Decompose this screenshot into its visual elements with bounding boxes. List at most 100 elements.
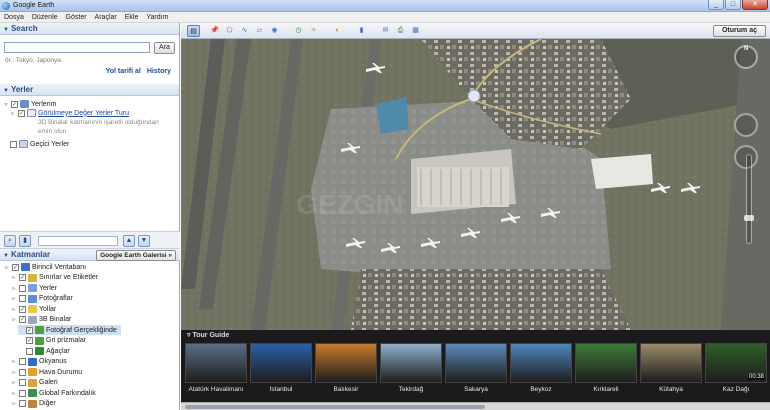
compass-icon[interactable]: N <box>734 45 758 69</box>
checkbox[interactable] <box>19 400 26 407</box>
ruler-icon[interactable]: ▮ <box>355 25 368 37</box>
horizontal-scrollbar[interactable] <box>185 405 485 409</box>
layer-item[interactable]: ▹ ✓ Sınırlar ve Etiketler <box>11 273 98 283</box>
layer-item[interactable]: ✓ Gri prizmalar <box>18 336 86 346</box>
minimize-button[interactable]: _ <box>708 0 724 10</box>
checkbox[interactable]: ✓ <box>19 305 26 313</box>
checkbox[interactable] <box>19 358 26 365</box>
tour-thumbnail[interactable]: Beykoz <box>510 343 572 398</box>
tour-icon[interactable]: ◉ <box>268 25 281 37</box>
move-up-icon[interactable]: ▲ <box>123 235 135 247</box>
tour-thumbnail[interactable]: İstanbul <box>250 343 312 398</box>
layer-item[interactable]: Ağaçlar <box>18 346 70 356</box>
layer-item[interactable]: ▹ Global Farkındalık <box>11 388 96 398</box>
tour-guide-header[interactable]: ▿ Tour Guide <box>181 330 770 341</box>
signin-button[interactable]: Oturum aç <box>712 25 766 37</box>
checkbox[interactable] <box>19 389 26 397</box>
checkbox[interactable]: ✓ <box>19 274 26 281</box>
path-icon[interactable]: ∿ <box>238 25 251 37</box>
tour-thumbnail[interactable]: Tekirdağ <box>380 343 442 398</box>
expand-icon[interactable]: ▹ <box>10 110 16 117</box>
sidebar-icon[interactable]: ▤ <box>187 25 200 37</box>
tour-thumbnail[interactable]: Balıkesir <box>315 343 377 398</box>
placemark-icon[interactable]: 📌 <box>208 25 221 37</box>
historical-imagery-icon[interactable]: ◷ <box>292 25 305 37</box>
menu-file[interactable]: Dosya <box>4 12 24 22</box>
expand-icon[interactable]: ▹ <box>11 369 17 376</box>
places-item-temporary[interactable]: Geçici Yerler <box>10 139 69 149</box>
layer-item[interactable]: ▹ Yerler <box>11 283 57 293</box>
search-panel-header[interactable]: ▼ Search <box>0 23 179 35</box>
expand-icon[interactable]: ▹ <box>11 316 17 323</box>
expand-icon[interactable]: ▹ <box>11 379 17 386</box>
layer-item[interactable]: ✓ Fotoğraf Gerçekliğinde <box>18 325 121 335</box>
checkbox[interactable] <box>19 379 26 386</box>
map-view[interactable]: GEZGIN N <box>181 39 770 330</box>
places-item-label[interactable]: Görülmeye Değer Yerler Turu <box>38 110 129 117</box>
history-link[interactable]: History <box>147 68 171 75</box>
menu-tools[interactable]: Araçlar <box>95 12 117 22</box>
checkbox[interactable] <box>26 347 33 355</box>
look-joystick-icon[interactable] <box>734 113 758 137</box>
layer-icon <box>28 399 37 408</box>
search-input[interactable] <box>4 42 150 53</box>
planets-icon[interactable]: ◐ <box>331 25 344 37</box>
checkbox[interactable] <box>19 368 26 376</box>
menu-help[interactable]: Yardım <box>146 12 168 22</box>
search-places-icon[interactable]: ⌕ <box>4 235 16 247</box>
earth-gallery-button[interactable]: Google Earth Galerisi » <box>96 250 176 261</box>
polygon-icon[interactable]: ⬠ <box>223 25 236 37</box>
layer-item[interactable]: ▹ ✓ Birincil Veritabanı <box>4 262 86 272</box>
layer-item[interactable]: ▹ ✓ Yollar <box>11 304 56 314</box>
satellite-imagery: GEZGIN <box>181 39 770 330</box>
overlay-icon[interactable]: ▱ <box>253 25 266 37</box>
checkbox[interactable] <box>10 140 17 148</box>
expand-icon[interactable]: ▹ <box>11 285 17 292</box>
checkbox[interactable]: ✓ <box>26 326 33 334</box>
maximize-button[interactable]: □ <box>725 0 741 10</box>
expand-icon[interactable]: ▹ <box>11 295 17 302</box>
close-button[interactable]: ✕ <box>742 0 768 10</box>
zoom-slider-thumb[interactable] <box>744 215 754 221</box>
zoom-slider[interactable] <box>744 154 754 244</box>
tour-thumbnail[interactable]: Kaz Dağı 00:38 <box>705 343 767 398</box>
layer-item[interactable]: ▹ Okyanus <box>11 357 67 367</box>
expand-icon[interactable]: ▹ <box>11 358 17 365</box>
places-filter-input[interactable] <box>38 236 118 246</box>
checkbox[interactable] <box>19 284 26 292</box>
expand-icon[interactable]: ▹ <box>11 390 17 397</box>
places-panel-header[interactable]: ▼ Yerler <box>0 84 179 96</box>
menu-add[interactable]: Ekle <box>125 12 139 22</box>
checkbox[interactable]: ✓ <box>12 263 19 271</box>
checkbox[interactable]: ✓ <box>19 316 26 323</box>
expand-icon[interactable]: ▹ <box>11 400 17 407</box>
tour-thumbnail[interactable]: Atatürk Havalimanı <box>185 343 247 398</box>
layer-item[interactable]: ▹ ✓ 3B Binalar <box>11 315 71 325</box>
view-in-maps-icon[interactable]: ▦ <box>409 25 422 37</box>
checkbox[interactable]: ✓ <box>18 109 25 117</box>
move-down-icon[interactable]: ▼ <box>138 235 150 247</box>
expand-icon[interactable]: ▹ <box>4 264 10 271</box>
main-toolbar: ▤ 📌 ⬠ ∿ ▱ ◉ ◷ ☀ ◐ ▮ ✉ ⎙ ▦ Oturum aç <box>181 23 770 39</box>
layer-item[interactable]: ▹ Hava Durumu <box>11 367 82 377</box>
checkbox[interactable]: ✓ <box>11 100 18 108</box>
directions-link[interactable]: Yol tarifi al <box>106 68 141 75</box>
email-icon[interactable]: ✉ <box>379 25 392 37</box>
layer-item[interactable]: ▹ Diğer <box>11 399 56 409</box>
menu-view[interactable]: Göster <box>66 12 87 22</box>
tour-thumbnail[interactable]: Kütahya <box>640 343 702 398</box>
expand-icon[interactable]: ▿ <box>3 101 9 108</box>
sun-icon[interactable]: ☀ <box>307 25 320 37</box>
search-button[interactable]: Ara <box>154 42 175 54</box>
layer-item[interactable]: ▹ Fotoğraflar <box>11 294 73 304</box>
layer-item[interactable]: ▹ Galeri <box>11 378 58 388</box>
expand-icon[interactable]: ▹ <box>11 274 17 281</box>
menu-edit[interactable]: Düzenle <box>32 12 58 22</box>
tour-thumbnail[interactable]: Kırklareli <box>575 343 637 398</box>
expand-icon[interactable]: ▹ <box>11 306 17 313</box>
print-icon[interactable]: ⎙ <box>394 25 407 37</box>
checkbox[interactable] <box>19 295 26 302</box>
panel-toggle-icon[interactable]: ▮ <box>19 235 31 247</box>
tour-thumbnail[interactable]: Sakarya <box>445 343 507 398</box>
checkbox[interactable]: ✓ <box>26 337 33 344</box>
